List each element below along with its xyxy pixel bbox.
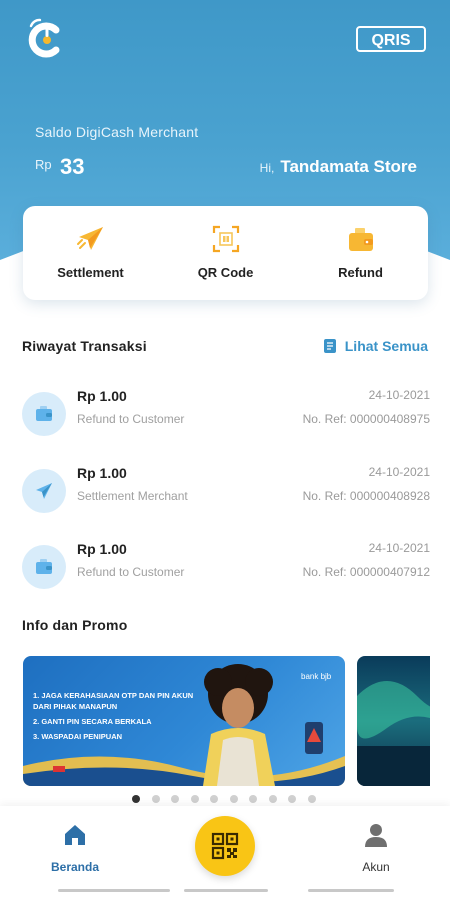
promo-banner-aurora[interactable] [357, 656, 430, 786]
greeting: Hi, Tandamata Store [260, 157, 417, 177]
transaction-row[interactable]: Rp 1.00 Settlement Merchant 24-10-2021 N… [22, 465, 430, 525]
paper-plane-icon [76, 227, 103, 250]
promo-line-3: 3. WASPADAI PENIPUAN [33, 732, 123, 741]
gesture-bar-left [58, 889, 170, 892]
digicash-logo-icon [28, 18, 60, 58]
refund-button[interactable]: Refund [306, 224, 416, 282]
gesture-bar-right [308, 889, 394, 892]
qr-scan-icon [212, 225, 239, 253]
transaction-date: 24-10-2021 [368, 541, 430, 555]
carousel-dots [132, 795, 316, 803]
svg-text:QRIS: QRIS [371, 32, 410, 49]
balance-amount: 33 [60, 154, 85, 179]
wallet-icon [22, 545, 66, 589]
transaction-row[interactable]: Rp 1.00 Refund to Customer 24-10-2021 No… [22, 388, 430, 448]
balance-currency: Rp [35, 157, 52, 172]
see-all-label: Lihat Semua [344, 338, 428, 354]
nav-account-label: Akun [362, 860, 390, 874]
carousel-dot[interactable] [171, 795, 179, 803]
transaction-type: Refund to Customer [77, 565, 185, 579]
promo-line-1: 1. JAGA KERAHASIAAN OTP DAN PIN AKUN DAR… [33, 691, 194, 711]
greeting-hi: Hi, [259, 161, 275, 175]
bottom-navigation: Beranda Akun [0, 806, 450, 900]
carousel-dot[interactable] [210, 795, 218, 803]
home-icon [65, 825, 85, 845]
see-all-link[interactable]: Lihat Semua [323, 338, 428, 354]
transaction-amount: Rp 1.00 [77, 388, 127, 404]
transaction-amount: Rp 1.00 [77, 465, 127, 481]
promo-title: Info dan Promo [22, 617, 128, 633]
transaction-type: Refund to Customer [77, 412, 185, 426]
refund-label: Refund [338, 265, 383, 280]
gesture-bar-center [184, 889, 268, 892]
paper-plane-icon [22, 469, 66, 513]
promo-line-2: 2. GANTI PIN SECARA BERKALA [33, 717, 152, 726]
nav-home[interactable]: Beranda [30, 822, 120, 876]
qr-scan-button[interactable] [195, 816, 255, 876]
transaction-ref: No. Ref: 000000408975 [302, 412, 430, 426]
carousel-dot[interactable] [151, 795, 160, 803]
carousel-dot[interactable] [288, 795, 296, 803]
carousel-dot[interactable] [307, 795, 316, 803]
carousel-dot[interactable] [229, 795, 238, 803]
promo-banner-art [357, 681, 430, 786]
settlement-button[interactable]: Settlement [36, 224, 146, 282]
wallet-icon [22, 392, 66, 436]
promo-banner-security[interactable]: 1. JAGA KERAHASIAAN OTP DAN PIN AKUN DAR… [23, 656, 345, 786]
settlement-label: Settlement [57, 265, 124, 280]
carousel-dot[interactable] [132, 795, 140, 803]
transaction-row[interactable]: Rp 1.00 Refund to Customer 24-10-2021 No… [22, 541, 430, 601]
qr-code-button[interactable]: QR Code [171, 224, 281, 282]
nav-account[interactable]: Akun [331, 822, 421, 876]
document-icon [323, 339, 336, 353]
carousel-dot[interactable] [268, 795, 277, 803]
carousel-dot[interactable] [249, 795, 257, 803]
carousel-dot[interactable] [190, 795, 199, 803]
transaction-amount: Rp 1.00 [77, 541, 127, 557]
transactions-title: Riwayat Transaksi [22, 338, 147, 354]
wallet-icon [348, 228, 373, 251]
qr-code-icon [211, 832, 239, 860]
transaction-ref: No. Ref: 000000407912 [302, 565, 430, 579]
store-name: Tandamata Store [280, 157, 417, 176]
qris-logo-icon: QRIS [356, 26, 426, 52]
promo-carousel[interactable]: 1. JAGA KERAHASIAAN OTP DAN PIN AKUN DAR… [23, 656, 430, 786]
balance-label: Saldo DigiCash Merchant [35, 124, 199, 140]
transaction-ref: No. Ref: 000000408928 [302, 489, 430, 503]
quick-menu-card: Settlement QR Code Refund [23, 206, 428, 300]
transaction-type: Settlement Merchant [77, 489, 188, 503]
qr-code-label: QR Code [197, 265, 254, 280]
nav-home-label: Beranda [50, 860, 100, 874]
bank-brand: bank bjb [301, 672, 332, 681]
transaction-date: 24-10-2021 [368, 388, 430, 402]
transaction-date: 24-10-2021 [368, 465, 430, 479]
user-icon [365, 824, 387, 847]
